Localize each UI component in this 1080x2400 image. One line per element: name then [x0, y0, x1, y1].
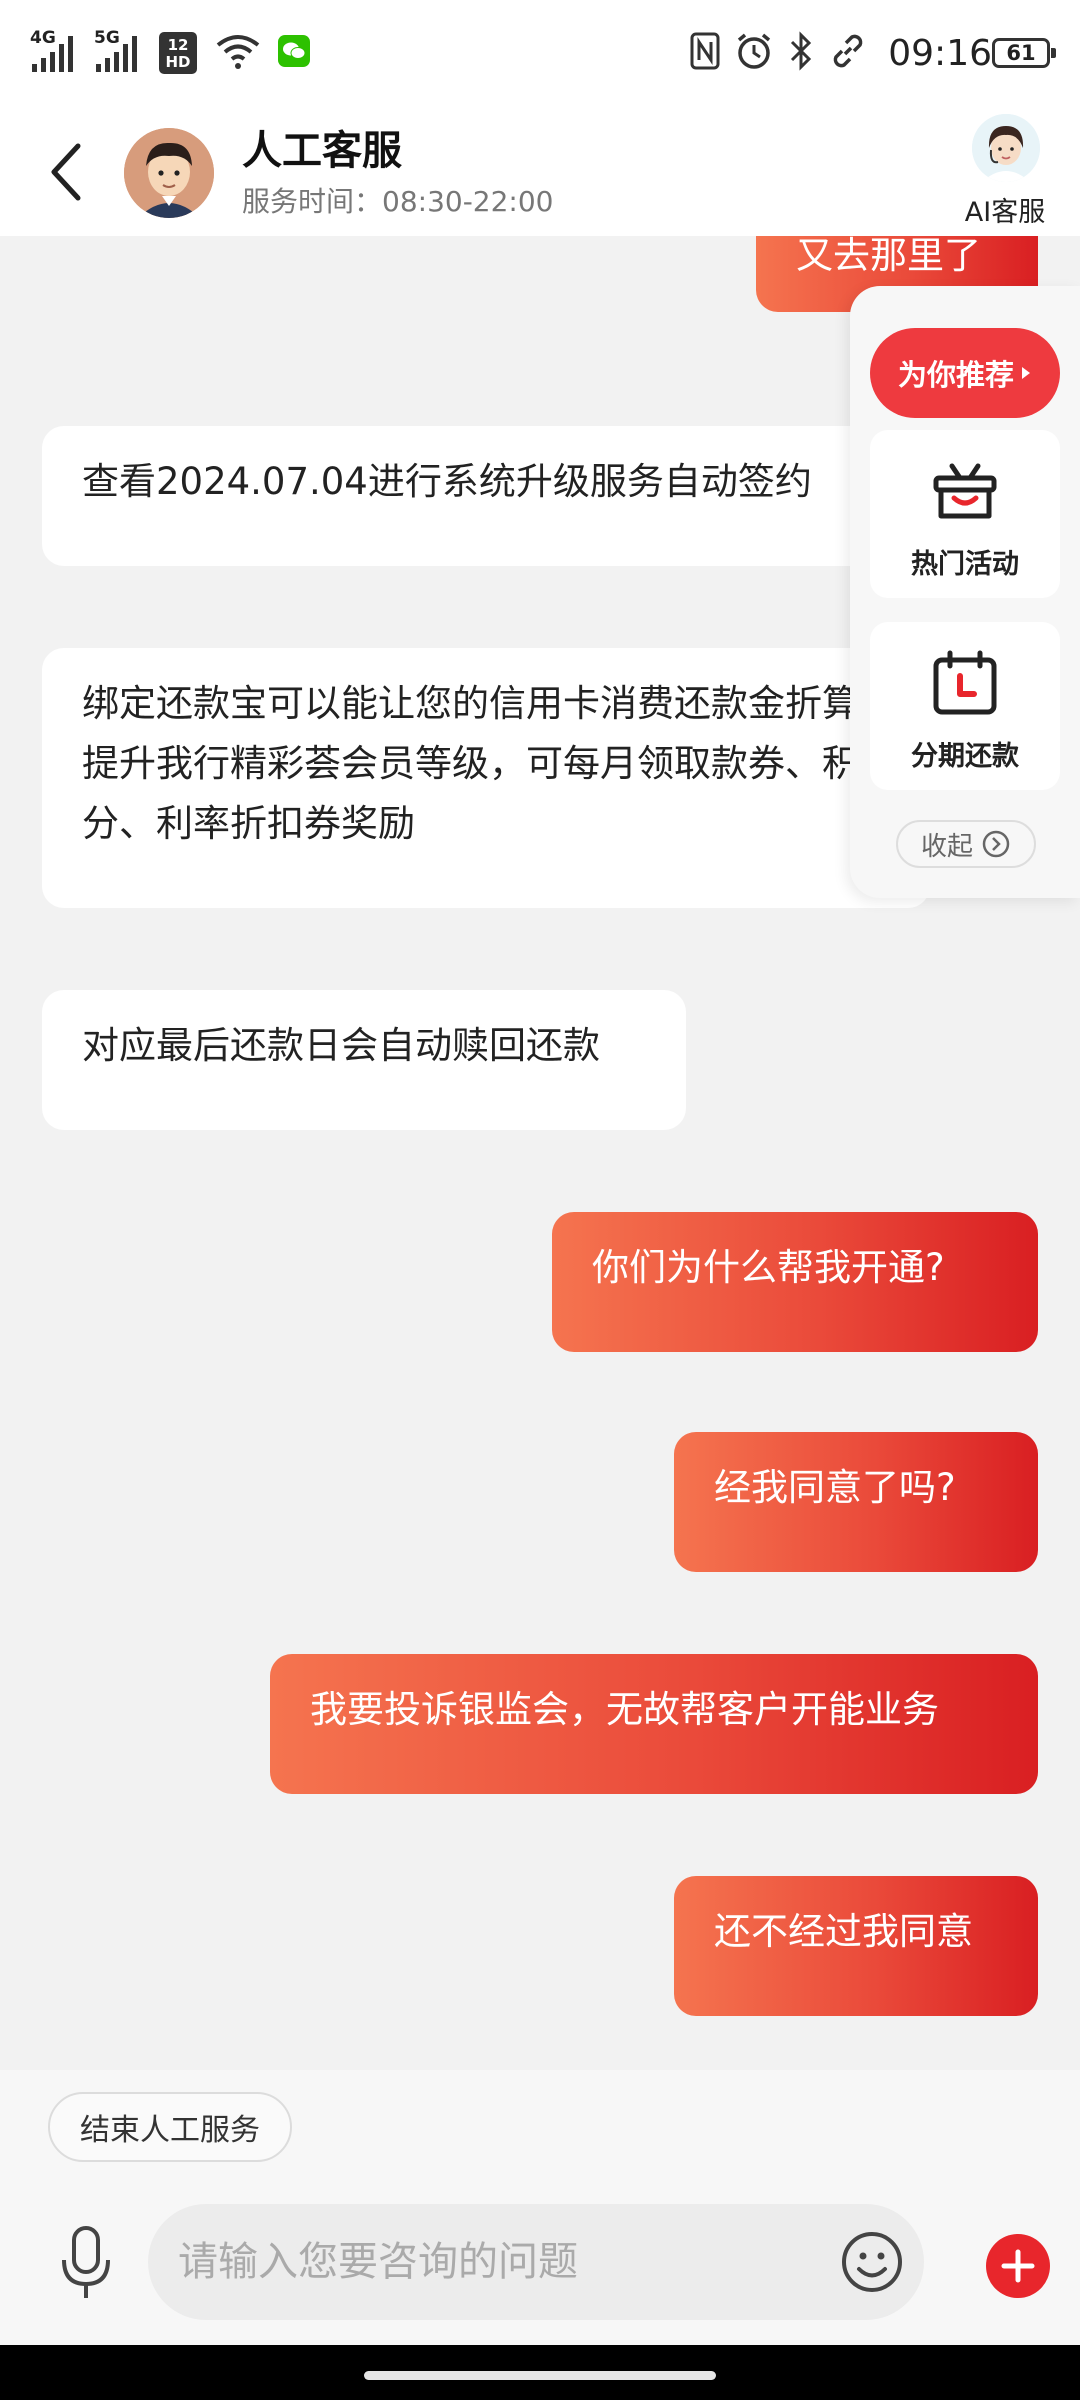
ai-service-button[interactable]: AI客服 — [950, 114, 1060, 232]
input-bar: 请输入您要咨询的问题 — [0, 2180, 1080, 2345]
installment-button[interactable]: 分期还款 — [870, 622, 1060, 790]
page-title: 人工客服 — [242, 128, 402, 174]
input-placeholder: 请输入您要咨询的问题 — [178, 2239, 578, 2285]
battery-icon: 61 — [992, 38, 1056, 68]
floating-shortcut-panel: 为你推荐 热门活动 分期还款 收起 — [850, 286, 1080, 898]
voice-input-button[interactable] — [48, 2222, 124, 2304]
status-left: 4G 5G 12 HD — [30, 28, 310, 78]
chevron-right-circle-icon — [982, 830, 1010, 858]
link-icon — [828, 31, 868, 75]
status-right: 09:16 — [690, 28, 992, 78]
message-text: 还不经过我同意 — [714, 1910, 973, 1953]
message-text: 我要投诉银监会，无故帮客户开能业务 — [310, 1688, 939, 1731]
hd-label: HD — [165, 53, 191, 71]
hot-activity-button[interactable]: 热门活动 — [870, 430, 1060, 598]
alarm-icon — [734, 31, 774, 75]
wifi-icon — [214, 31, 262, 75]
status-bar: 4G 5G 12 HD 09:16 61 — [0, 0, 1080, 108]
message-bubble-sent: 我要投诉银监会，无故帮客户开能业务 — [270, 1654, 1038, 1794]
message-text: 又去那里了 — [796, 236, 981, 277]
back-button[interactable] — [36, 136, 96, 208]
message-bubble-received: 查看2024.07.04进行系统升级服务自动签约 — [42, 426, 922, 566]
collapse-button[interactable]: 收起 — [896, 820, 1036, 868]
message-text: 经我同意了吗? — [714, 1466, 956, 1509]
emoji-icon — [842, 2232, 902, 2292]
signal-icon: 4G — [30, 30, 78, 76]
chevron-left-icon — [51, 143, 81, 201]
message-text: 查看2024.07.04进行系统升级服务自动签约 — [82, 460, 812, 503]
agent-avatar — [124, 128, 214, 218]
message-bubble-sent: 还不经过我同意 — [674, 1876, 1038, 2016]
collapse-label: 收起 — [920, 831, 973, 862]
calendar-icon — [933, 650, 997, 715]
message-bubble-received: 绑定还款宝可以能让您的信用卡消费还款金折算提升我行精彩荟会员等级，可每月领取款券… — [42, 648, 930, 908]
microphone-icon — [62, 2226, 110, 2298]
hot-activity-label: 热门活动 — [911, 549, 1019, 580]
recommend-button[interactable]: 为你推荐 — [870, 328, 1060, 418]
service-hours: 服务时间：08:30-22:00 — [242, 185, 554, 218]
bluetooth-icon — [788, 31, 814, 75]
message-text: 你们为什么帮我开通? — [592, 1246, 945, 1289]
chat-header: 人工客服 服务时间：08:30-22:00 AI客服 — [0, 108, 1080, 236]
home-indicator[interactable] — [364, 2371, 716, 2380]
signal-icon: 5G — [94, 30, 142, 76]
more-options-button[interactable] — [986, 2234, 1050, 2298]
nfc-icon — [690, 32, 720, 74]
installment-label: 分期还款 — [911, 741, 1019, 772]
quick-action-bar: 结束人工服务 — [0, 2070, 1080, 2180]
recommend-label: 为你推荐 — [897, 358, 1014, 392]
ai-agent-avatar — [972, 114, 1040, 182]
wechat-icon — [278, 35, 310, 71]
emoji-button[interactable] — [840, 2230, 904, 2294]
svg-text:12: 12 — [168, 36, 189, 54]
message-text: 对应最后还款日会自动赎回还款 — [82, 1024, 600, 1067]
status-time: 09:16 — [888, 32, 992, 74]
message-bubble-sent: 经我同意了吗? — [674, 1432, 1038, 1572]
system-navigation-bar — [0, 2345, 1080, 2400]
ai-service-label: AI客服 — [964, 197, 1046, 228]
message-text: 绑定还款宝可以能让您的信用卡消费还款金折算提升我行精彩荟会员等级，可每月领取款券… — [82, 682, 859, 845]
plus-icon — [1001, 2249, 1035, 2283]
end-service-button[interactable]: 结束人工服务 — [48, 2092, 292, 2162]
hd-icon: 12 HD — [158, 31, 198, 75]
message-input[interactable]: 请输入您要咨询的问题 — [148, 2204, 924, 2320]
message-bubble-sent: 你们为什么帮我开通? — [552, 1212, 1038, 1352]
message-bubble-received: 对应最后还款日会自动赎回还款 — [42, 990, 686, 1130]
shopping-basket-icon — [933, 463, 997, 519]
caret-right-icon — [1022, 367, 1030, 379]
